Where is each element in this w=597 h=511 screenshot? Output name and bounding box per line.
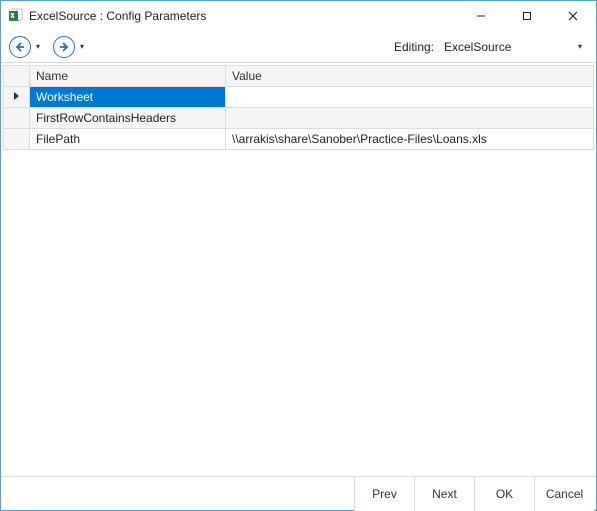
grid-header-indicator[interactable] <box>4 66 30 87</box>
nav-forward-button[interactable] <box>53 36 75 58</box>
cell-name[interactable]: FilePath <box>30 129 226 150</box>
grid-area: Name Value Worksheet FirstRowContainsHea… <box>1 63 596 476</box>
grid-header-value[interactable]: Value <box>226 66 594 87</box>
editing-label: Editing: <box>394 40 434 54</box>
close-button[interactable] <box>550 1 596 31</box>
grid-row[interactable]: Worksheet <box>4 87 594 108</box>
nav-forward-dropdown[interactable]: ▾ <box>77 42 87 51</box>
chevron-down-icon: ▾ <box>578 42 582 51</box>
minimize-button[interactable] <box>458 1 504 31</box>
editing-combo[interactable]: ExcelSource ▾ <box>438 36 588 58</box>
nav-back-button[interactable] <box>9 36 31 58</box>
dialog-window: ExcelSource : Config Parameters ▾ ▾ Edit… <box>0 0 597 511</box>
grid-header-name[interactable]: Name <box>30 66 226 87</box>
maximize-button[interactable] <box>504 1 550 31</box>
ok-button[interactable]: OK <box>474 477 534 511</box>
grid-row[interactable]: FirstRowContainsHeaders <box>4 108 594 129</box>
grid-header-row: Name Value <box>4 66 594 87</box>
window-controls <box>458 1 596 30</box>
grid-row[interactable]: FilePath \\arrakis\share\Sanober\Practic… <box>4 129 594 150</box>
cell-name[interactable]: FirstRowContainsHeaders <box>30 108 226 129</box>
footer: Prev Next OK Cancel <box>1 476 596 510</box>
cell-value[interactable] <box>226 87 594 108</box>
editing-combo-value: ExcelSource <box>444 40 511 54</box>
prev-button[interactable]: Prev <box>354 477 414 511</box>
cancel-button[interactable]: Cancel <box>534 477 594 511</box>
nav-back-dropdown[interactable]: ▾ <box>33 42 43 51</box>
cell-name[interactable]: Worksheet <box>30 87 226 108</box>
parameter-grid[interactable]: Name Value Worksheet FirstRowContainsHea… <box>3 65 594 150</box>
toolbar: ▾ ▾ Editing: ExcelSource ▾ <box>1 31 596 63</box>
next-button[interactable]: Next <box>414 477 474 511</box>
window-title: ExcelSource : Config Parameters <box>29 9 458 23</box>
row-indicator <box>4 129 30 150</box>
app-icon <box>7 8 23 24</box>
row-indicator <box>4 108 30 129</box>
cell-value[interactable] <box>226 108 594 129</box>
titlebar: ExcelSource : Config Parameters <box>1 1 596 31</box>
cell-value[interactable]: \\arrakis\share\Sanober\Practice-Files\L… <box>226 129 594 150</box>
row-indicator-icon <box>4 87 30 108</box>
